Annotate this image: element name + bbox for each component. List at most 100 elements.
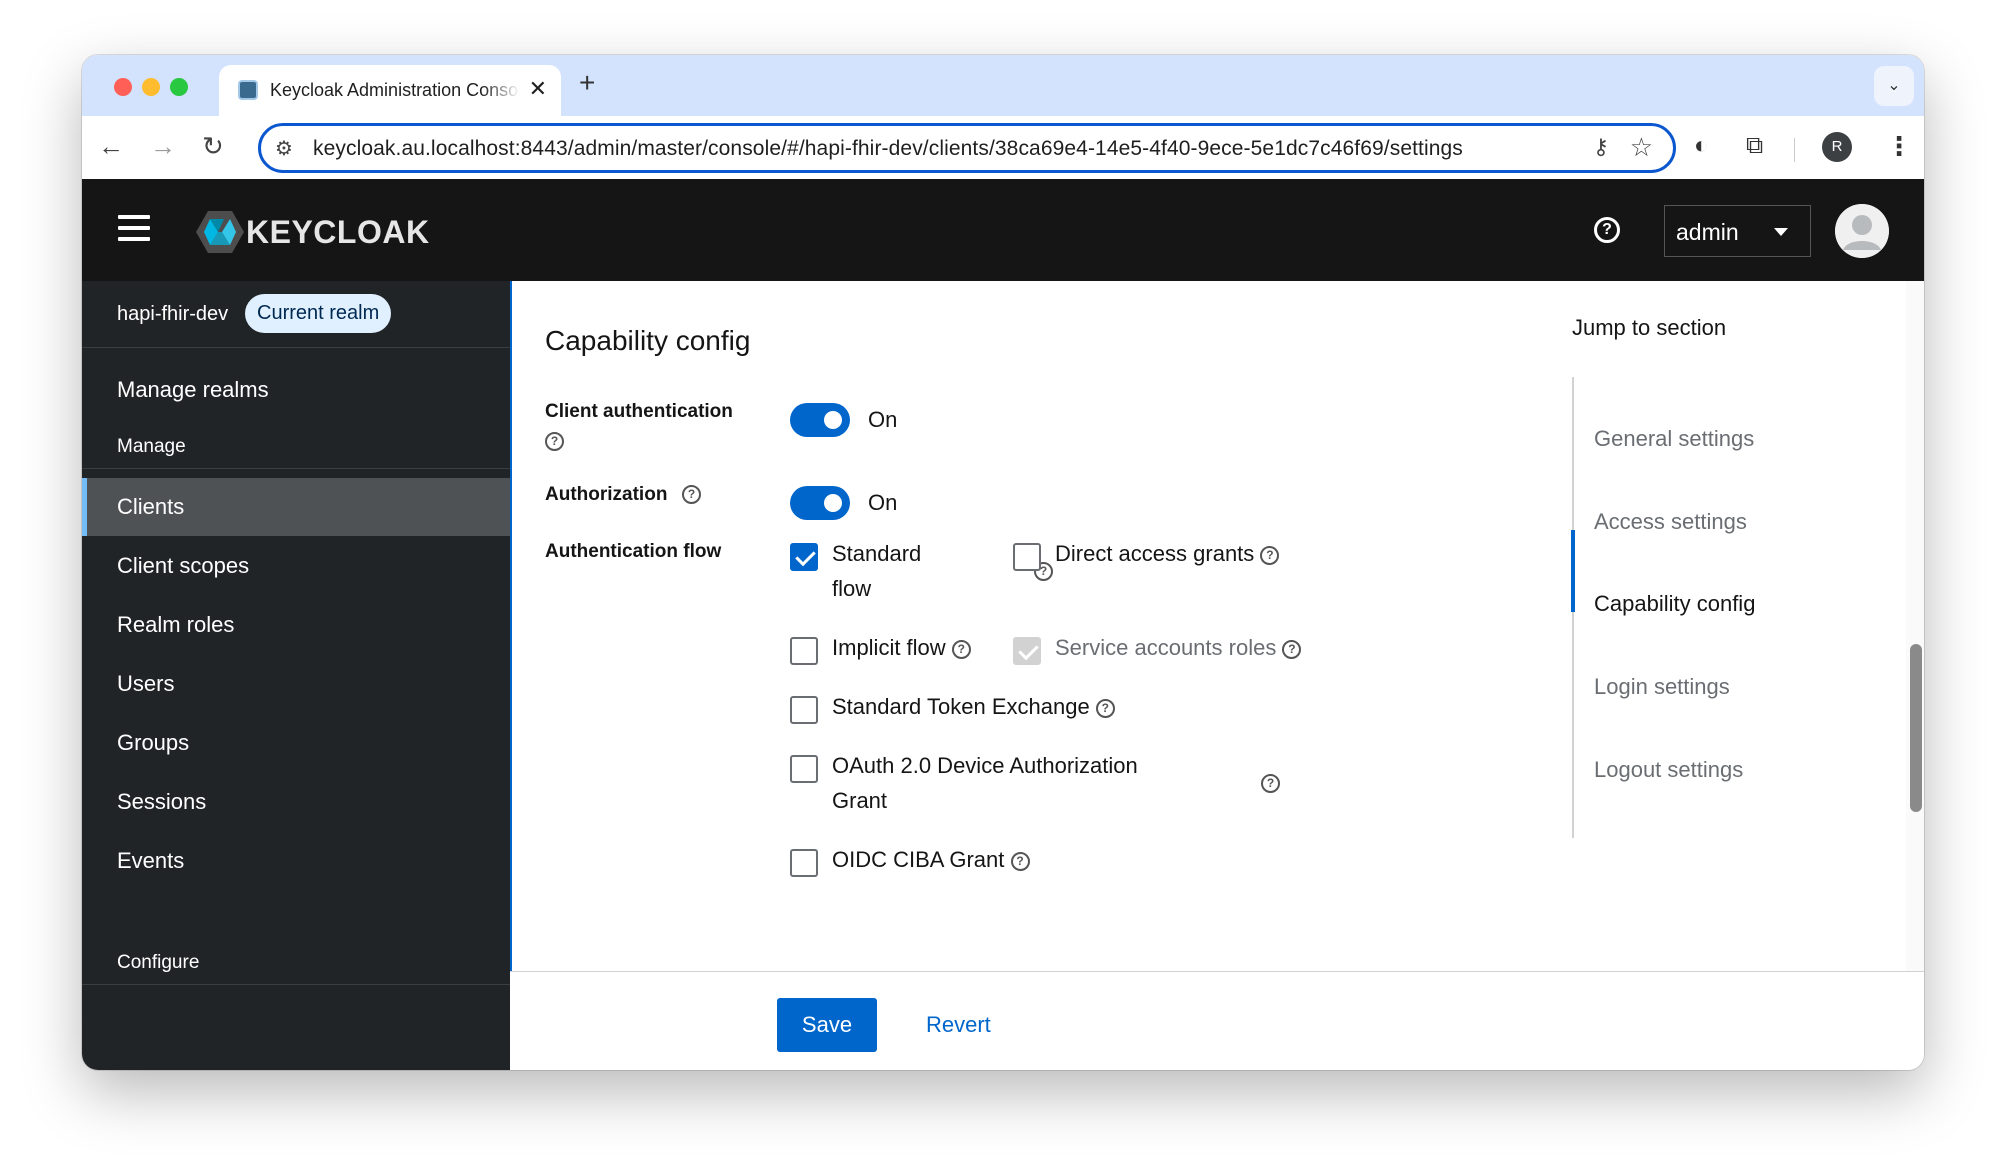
main-content: Capability config Client authentication … [510, 281, 1924, 1070]
scrollbar-track[interactable] [1906, 281, 1924, 971]
ciba-grant-help-icon[interactable]: ? [1010, 851, 1030, 871]
service-accounts-label: Service accounts roles ? [1055, 631, 1302, 665]
help-icon[interactable]: ? [1594, 217, 1620, 243]
hamburger-menu-icon[interactable] [118, 215, 150, 243]
ciba-grant-checkbox[interactable] [790, 849, 818, 877]
device-grant-help-icon[interactable]: ? [1261, 774, 1280, 793]
client-authentication-switch[interactable] [790, 403, 850, 437]
service-accounts-text: Service accounts roles [1055, 635, 1277, 660]
token-exchange-help-icon[interactable]: ? [1095, 698, 1115, 718]
close-window-button[interactable] [114, 78, 132, 96]
minimize-window-button[interactable] [142, 78, 160, 96]
sidebar-section-manage: Manage [117, 436, 186, 457]
direct-access-grants-label: Direct access grants ? [1055, 537, 1280, 571]
authorization-state: On [868, 490, 898, 515]
direct-access-grants-checkbox[interactable] [1013, 543, 1041, 571]
device-grant-label-line2: Grant [832, 788, 888, 813]
back-arrow-icon[interactable]: ← [98, 131, 124, 161]
client-authentication-help-icon[interactable]: ? [545, 432, 564, 451]
sidebar-item-manage-realms[interactable]: Manage realms [117, 377, 269, 403]
close-tab-icon[interactable]: ✕ [529, 77, 547, 101]
browser-tab[interactable]: Keycloak Administration Console ✕ [219, 65, 561, 116]
more-menu-icon[interactable]: ⋮ [1886, 132, 1912, 160]
current-realm-badge: Current realm [245, 294, 392, 333]
realm-selector[interactable]: hapi-fhir-dev Current realm [82, 281, 510, 348]
jump-login-settings[interactable]: Login settings [1594, 674, 1730, 700]
scrollbar-thumb[interactable] [1910, 644, 1922, 812]
jump-logout-settings[interactable]: Logout settings [1594, 757, 1743, 783]
site-settings-icon[interactable]: ⚙ [275, 136, 293, 161]
jump-to-section-title: Jump to section [1572, 315, 1727, 340]
key-icon[interactable]: ⚷ [1593, 134, 1609, 160]
token-exchange-checkbox[interactable] [790, 696, 818, 724]
reload-icon[interactable]: ↻ [202, 131, 224, 161]
app-header: KEYCLOAK ? admin [82, 179, 1924, 281]
jump-capability-config[interactable]: Capability config [1594, 591, 1755, 617]
device-grant-label: OAuth 2.0 Device Authorization [832, 753, 1138, 778]
user-dropdown[interactable]: admin [1664, 205, 1811, 257]
form-footer: Save Revert [510, 971, 1924, 1070]
jump-general-settings[interactable]: General settings [1594, 426, 1754, 452]
keycloak-favicon-icon [238, 80, 258, 100]
browser-window: Keycloak Administration Console ✕ + ⌄ ← … [82, 55, 1924, 1070]
sidebar-item-users[interactable]: Users [82, 655, 510, 713]
sidebar-item-realm-roles[interactable]: Realm roles [82, 596, 510, 654]
sidebar-item-groups[interactable]: Groups [82, 714, 510, 772]
sidebar-divider [82, 468, 510, 469]
focus-border [510, 281, 512, 971]
keycloak-logo-icon [196, 211, 244, 253]
sidebar-divider [82, 984, 510, 985]
user-name: admin [1676, 219, 1739, 245]
standard-flow-checkbox[interactable] [790, 543, 818, 571]
implicit-flow-help-icon[interactable]: ? [951, 639, 971, 659]
implicit-flow-label: Implicit flow ? [832, 631, 971, 665]
logo-text: KEYCLOAK [246, 214, 430, 250]
user-avatar-icon[interactable] [1835, 204, 1889, 258]
tab-search-chevron-icon[interactable]: ⌄ [1874, 66, 1914, 106]
sidebar-nav: hapi-fhir-dev Current realm Manage realm… [82, 281, 510, 1070]
device-grant-checkbox[interactable] [790, 755, 818, 783]
tab-strip: Keycloak Administration Console ✕ + ⌄ [82, 55, 1924, 116]
sidebar-item-events[interactable]: Events [82, 832, 510, 890]
toolbar-separator [1794, 138, 1795, 162]
realm-name: hapi-fhir-dev [117, 303, 229, 325]
tab-title: Keycloak Administration Console [270, 80, 520, 100]
authorization-label: Authorization [545, 484, 668, 505]
standard-flow-label-line2: flow [832, 576, 872, 601]
revert-button[interactable]: Revert [926, 1012, 991, 1038]
ciba-grant-label: OIDC CIBA Grant ? [832, 843, 1030, 877]
address-bar[interactable]: ⚙ keycloak.au.localhost:8443/admin/maste… [258, 123, 1676, 173]
caret-down-icon [1774, 228, 1788, 236]
sidebar-item-sessions[interactable]: Sessions [82, 773, 510, 831]
bookmark-star-icon[interactable]: ☆ [1630, 132, 1653, 163]
ciba-grant-text: OIDC CIBA Grant [832, 847, 1005, 872]
implicit-flow-text: Implicit flow [832, 635, 946, 660]
authorization-switch[interactable] [790, 486, 850, 520]
client-authentication-state: On [868, 407, 898, 432]
direct-access-grants-help-icon[interactable]: ? [1260, 545, 1280, 565]
token-exchange-text: Standard Token Exchange [832, 694, 1090, 719]
jump-access-settings[interactable]: Access settings [1594, 509, 1747, 535]
service-accounts-help-icon[interactable]: ? [1282, 639, 1302, 659]
puzzle-extensions-icon[interactable]: ⧉ [1746, 132, 1763, 160]
maximize-window-button[interactable] [170, 78, 188, 96]
url-text[interactable]: keycloak.au.localhost:8443/admin/master/… [313, 137, 1463, 161]
client-authentication-label: Client authentication [545, 401, 733, 422]
section-title: Capability config [545, 325, 751, 356]
browser-toolbar: ← → ↻ ⚙ keycloak.au.localhost:8443/admin… [82, 116, 1924, 179]
service-accounts-checkbox [1013, 637, 1041, 665]
direct-access-grants-text: Direct access grants [1055, 541, 1255, 566]
new-tab-icon[interactable]: + [579, 69, 595, 97]
forward-arrow-icon[interactable]: → [150, 131, 176, 161]
standard-flow-label: Standard [832, 541, 922, 566]
sidebar-item-client-scopes[interactable]: Client scopes [82, 537, 510, 595]
save-button[interactable]: Save [777, 998, 877, 1052]
sidebar-section-configure: Configure [117, 952, 200, 973]
authentication-flow-label: Authentication flow [545, 541, 722, 562]
extension-icon[interactable]: ◐ [1694, 132, 1709, 160]
profile-avatar[interactable]: R [1822, 132, 1852, 162]
token-exchange-label: Standard Token Exchange ? [832, 690, 1115, 724]
authorization-help-icon[interactable]: ? [682, 485, 701, 504]
implicit-flow-checkbox[interactable] [790, 637, 818, 665]
sidebar-item-clients[interactable]: Clients [82, 478, 510, 536]
